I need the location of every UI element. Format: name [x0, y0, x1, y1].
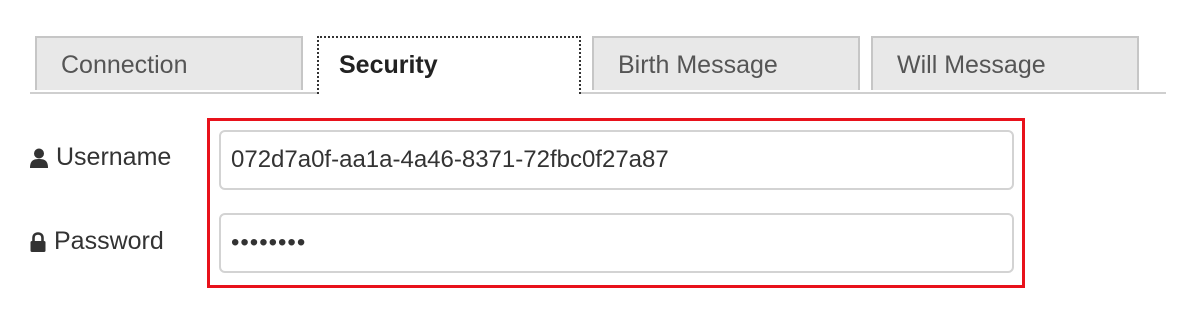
security-settings-panel: Connection Security Birth Message Will M… — [0, 0, 1200, 309]
highlight-box — [207, 118, 1025, 288]
tab-security[interactable]: Security — [317, 36, 581, 94]
tab-divider — [30, 92, 1166, 94]
tab-will-message[interactable]: Will Message — [871, 36, 1139, 90]
tab-birth-message[interactable]: Birth Message — [592, 36, 860, 90]
password-label: Password — [30, 227, 164, 256]
username-label-text: Username — [56, 143, 172, 171]
username-label: Username — [30, 143, 171, 172]
tab-connection[interactable]: Connection — [35, 36, 303, 90]
lock-icon — [30, 231, 46, 252]
password-label-text: Password — [54, 227, 164, 255]
user-icon — [30, 148, 48, 168]
tab-bar: Connection Security Birth Message Will M… — [30, 0, 1168, 95]
